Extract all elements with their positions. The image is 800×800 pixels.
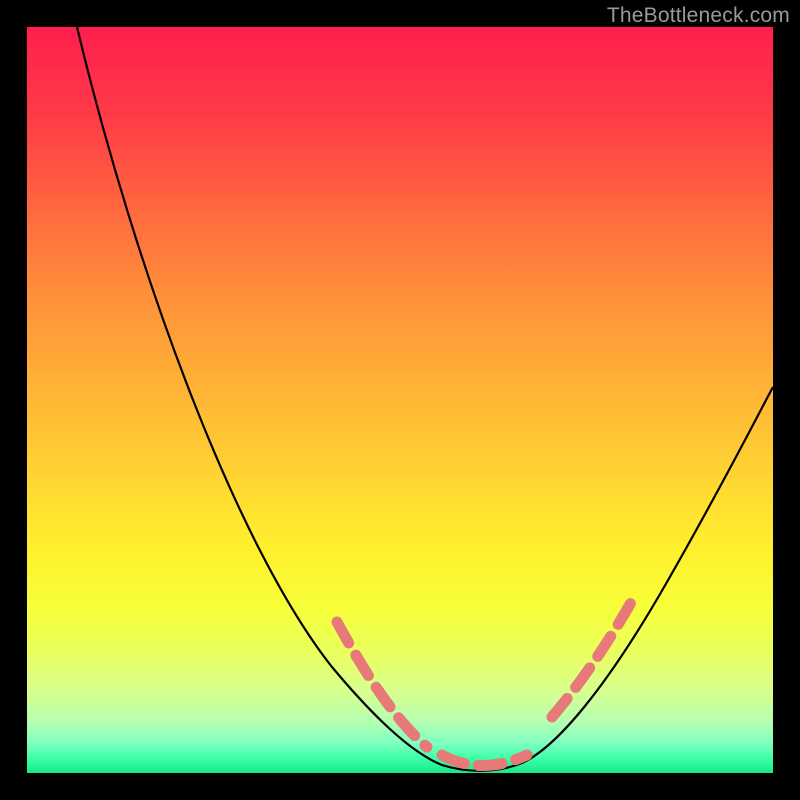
- highlight-right: [552, 592, 637, 717]
- watermark-label: TheBottleneck.com: [607, 4, 790, 28]
- chart-frame: TheBottleneck.com: [0, 0, 800, 800]
- highlight-dash-group: [337, 592, 637, 766]
- bottleneck-curve: [77, 27, 773, 771]
- highlight-left: [337, 622, 427, 747]
- highlight-mid: [442, 755, 527, 766]
- curve-layer: [27, 27, 773, 773]
